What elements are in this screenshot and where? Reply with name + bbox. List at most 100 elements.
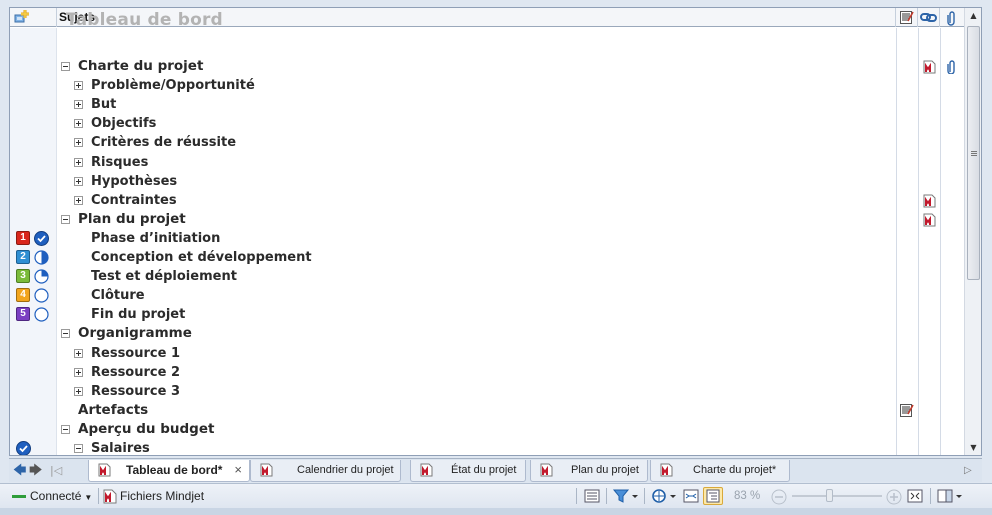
task-progress-icon[interactable]: [34, 250, 49, 265]
add-topic-header-button[interactable]: [10, 8, 57, 27]
task-progress-icon[interactable]: [34, 288, 49, 303]
connection-status-button[interactable]: Connecté ▼: [12, 484, 92, 508]
zoom-in-icon[interactable]: [886, 484, 902, 508]
expand-icon[interactable]: [74, 100, 83, 110]
topic-row[interactable]: Artefacts: [10, 401, 964, 420]
topic-row[interactable]: Salaires: [10, 439, 964, 455]
topic-label[interactable]: Contraintes: [91, 191, 177, 210]
topic-row[interactable]: Ressource 2: [10, 363, 964, 382]
document-tab[interactable]: Tableau de bord* ×: [88, 460, 250, 482]
priority-3-icon[interactable]: 3: [16, 269, 30, 284]
topic-label[interactable]: Clôture: [91, 286, 145, 305]
task-progress-icon[interactable]: [34, 307, 49, 322]
topic-label[interactable]: Ressource 2: [91, 363, 180, 382]
scroll-thumb[interactable]: [967, 26, 980, 280]
priority-5-icon[interactable]: 5: [16, 307, 30, 322]
priority-2-icon[interactable]: 2: [16, 250, 30, 264]
topic-row[interactable]: Problème/Opportunité: [10, 76, 964, 95]
topic-label[interactable]: Critères de réussite: [91, 133, 236, 152]
notes-icon[interactable]: [899, 402, 915, 417]
mindjet-document-icon[interactable]: [923, 193, 936, 208]
central-topic[interactable]: Tableau de bord: [66, 9, 223, 31]
expand-icon[interactable]: [74, 119, 83, 129]
expand-icon[interactable]: [74, 81, 83, 91]
topic-row[interactable]: Plan du projet: [10, 210, 964, 229]
collapse-icon[interactable]: [61, 62, 70, 71]
task-progress-icon[interactable]: [34, 269, 49, 284]
topic-row[interactable]: Phase d’initiation 1: [10, 229, 964, 248]
topic-row[interactable]: Risques: [10, 153, 964, 172]
expand-icon[interactable]: [74, 176, 83, 186]
topic-label[interactable]: Risques: [91, 153, 148, 172]
topic-row[interactable]: Clôture 4: [10, 286, 964, 305]
topic-row[interactable]: Charte du projet: [10, 57, 964, 76]
zoom-slider[interactable]: [792, 489, 882, 502]
zoom-out-icon[interactable]: [771, 484, 787, 508]
topic-label[interactable]: But: [91, 95, 116, 114]
close-tab-icon[interactable]: ×: [234, 460, 242, 480]
topic-row[interactable]: Critères de réussite: [10, 133, 964, 152]
topic-label[interactable]: Problème/Opportunité: [91, 76, 255, 95]
mindjet-files-button[interactable]: Fichiers Mindjet: [103, 484, 204, 508]
expand-icon[interactable]: [74, 386, 83, 396]
mindjet-document-icon[interactable]: [923, 212, 936, 227]
outline-panel-button[interactable]: [582, 487, 602, 505]
paperclip-icon[interactable]: [947, 59, 957, 75]
mindjet-document-icon[interactable]: [923, 59, 936, 74]
next-document-icon[interactable]: 🡆: [29, 463, 42, 479]
map-view-button[interactable]: [681, 487, 701, 505]
topic-label[interactable]: Organigramme: [78, 324, 192, 343]
expand-icon[interactable]: [74, 348, 83, 358]
topic-label[interactable]: Artefacts: [78, 401, 148, 420]
priority-4-icon[interactable]: 4: [16, 288, 30, 303]
topic-label[interactable]: Plan du projet: [78, 210, 186, 229]
topic-label[interactable]: Charte du projet: [78, 57, 203, 76]
outline-view-button[interactable]: [703, 487, 723, 505]
expand-icon[interactable]: [74, 138, 83, 148]
topic-row[interactable]: But: [10, 95, 964, 114]
layout-options-button[interactable]: [935, 487, 965, 505]
topic-row[interactable]: Conception et développement 2: [10, 248, 964, 267]
zoom-slider-thumb[interactable]: [826, 489, 833, 502]
topic-label[interactable]: Aperçu du budget: [78, 420, 214, 439]
collapse-icon[interactable]: [61, 424, 70, 434]
topic-row[interactable]: Organigramme: [10, 324, 964, 343]
collapse-icon[interactable]: [61, 214, 70, 224]
previous-document-icon[interactable]: 🡄: [13, 463, 26, 479]
topic-label[interactable]: Conception et développement: [91, 248, 312, 267]
filter-button[interactable]: [611, 487, 639, 505]
document-tab[interactable]: État du projet: [410, 460, 526, 482]
task-progress-icon[interactable]: [16, 441, 31, 455]
links-column-header[interactable]: [918, 8, 940, 27]
topic-row[interactable]: Objectifs: [10, 114, 964, 133]
expand-icon[interactable]: [74, 157, 83, 167]
topic-row[interactable]: Ressource 1: [10, 344, 964, 363]
notes-column-header[interactable]: [896, 8, 918, 27]
topic-label[interactable]: Hypothèses: [91, 172, 177, 191]
task-progress-icon[interactable]: [34, 230, 49, 246]
document-tab[interactable]: Charte du projet*: [650, 460, 790, 482]
topic-label[interactable]: Test et déploiement: [91, 267, 237, 286]
scroll-down-button[interactable]: ▼: [965, 440, 981, 455]
topic-row[interactable]: Fin du projet 5: [10, 305, 964, 324]
topic-label[interactable]: Ressource 1: [91, 344, 180, 363]
focus-topic-button[interactable]: [650, 487, 678, 505]
topic-label[interactable]: Salaires: [91, 439, 150, 455]
expand-icon[interactable]: [74, 195, 83, 205]
collapse-icon[interactable]: [74, 444, 83, 453]
topic-row[interactable]: Ressource 3: [10, 382, 964, 401]
topic-label[interactable]: Ressource 3: [91, 382, 180, 401]
scroll-tabs-left-icon[interactable]: |◁: [50, 463, 62, 479]
topic-label[interactable]: Objectifs: [91, 114, 156, 133]
scroll-tabs-right-icon[interactable]: ▷: [964, 463, 972, 479]
topic-row[interactable]: Hypothèses: [10, 172, 964, 191]
topic-label[interactable]: Fin du projet: [91, 305, 185, 324]
topic-row[interactable]: Aperçu du budget: [10, 420, 964, 439]
topic-row[interactable]: Test et déploiement 3: [10, 267, 964, 286]
document-tab[interactable]: Calendrier du projet: [250, 460, 401, 482]
fit-map-button[interactable]: [905, 487, 925, 505]
vertical-scrollbar[interactable]: ▲ ▼: [964, 8, 981, 455]
topic-row[interactable]: Contraintes: [10, 191, 964, 210]
priority-1-icon[interactable]: 1: [16, 230, 30, 245]
document-tab[interactable]: Plan du projet: [530, 460, 648, 482]
